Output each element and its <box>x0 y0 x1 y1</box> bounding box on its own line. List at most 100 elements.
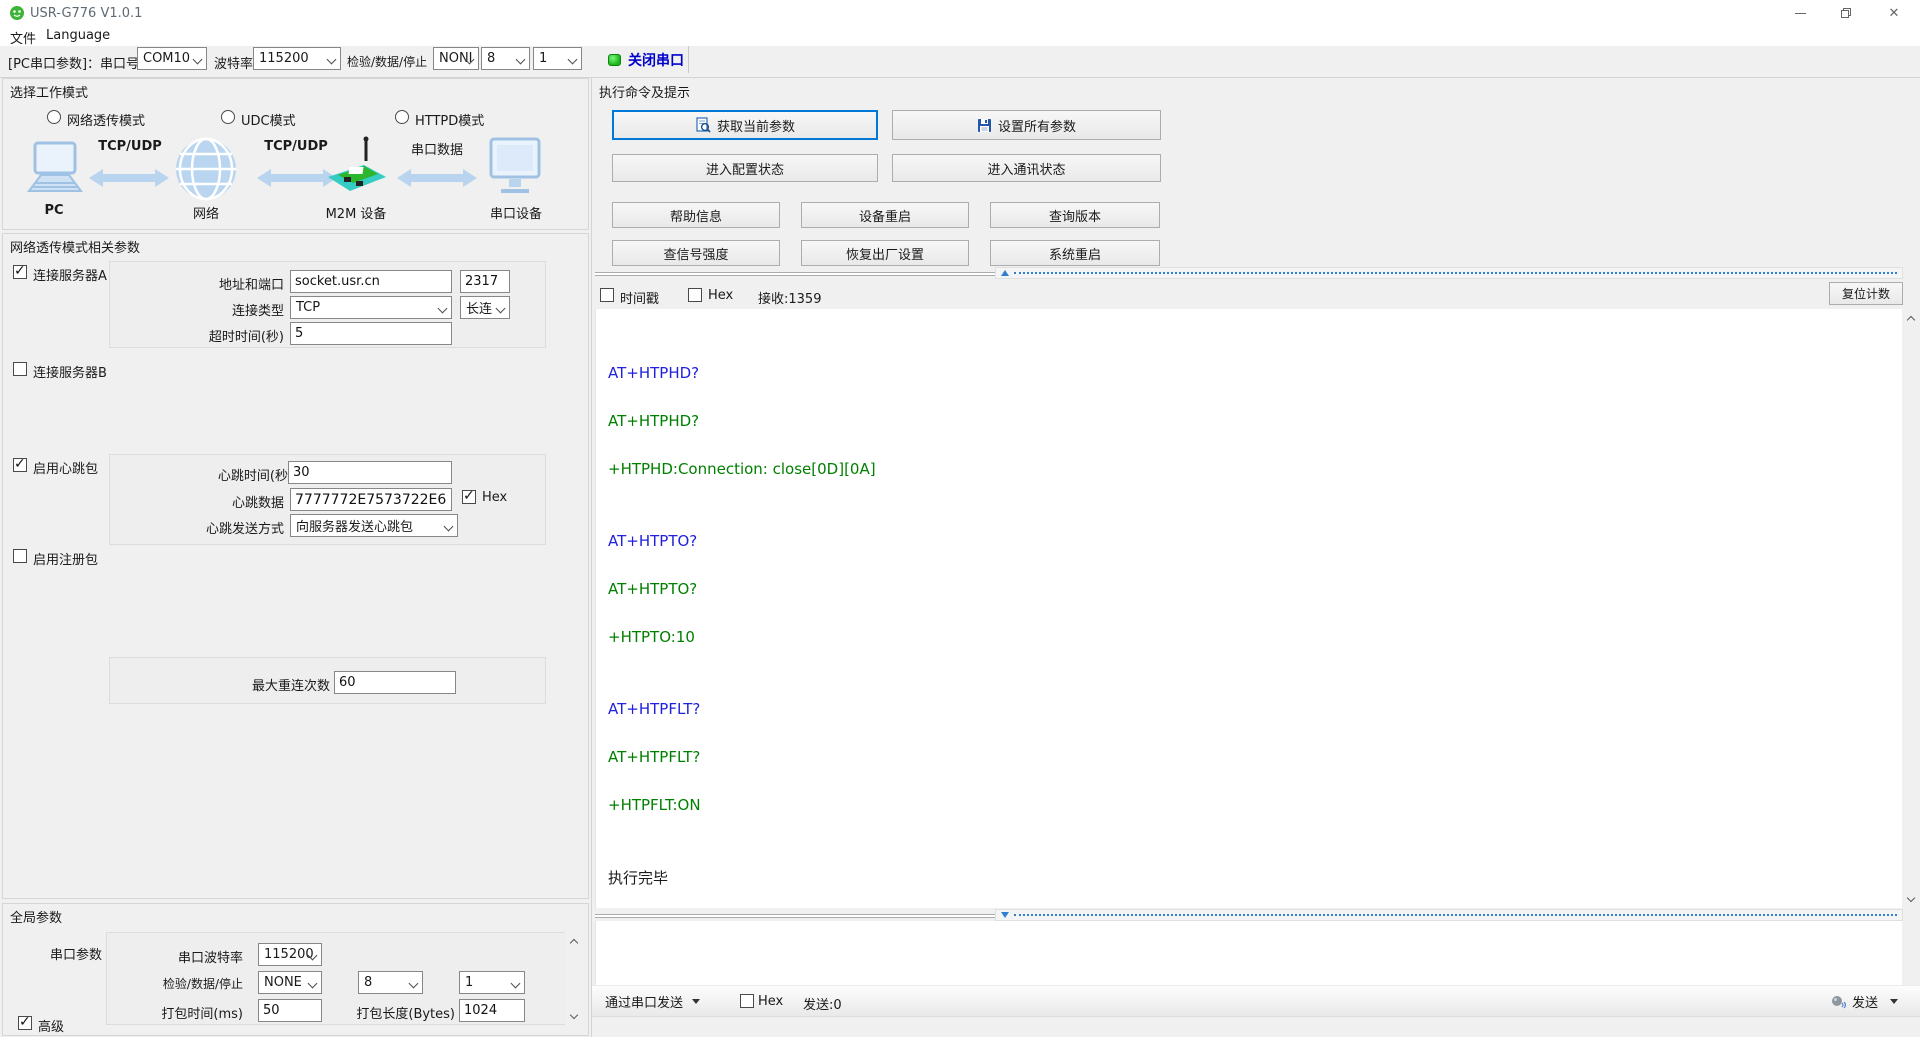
log-output-area[interactable]: AT+HTPHD? AT+HTPHD? +HTPHD:Connection: c… <box>595 309 1902 908</box>
app-logo-icon <box>9 5 25 21</box>
server-b-checkbox[interactable] <box>13 362 27 376</box>
help-button[interactable]: 帮助信息 <box>612 202 780 228</box>
send-splitter-groove[interactable] <box>595 914 995 918</box>
chevron-down-icon <box>409 979 419 989</box>
radio-net-transparent-mode[interactable] <box>47 110 61 124</box>
send-hex-checkbox[interactable] <box>740 994 754 1008</box>
send-input-area[interactable] <box>595 921 1902 985</box>
regpack-checkbox[interactable] <box>13 549 27 563</box>
scroll-down-button[interactable] <box>565 1008 582 1025</box>
menu-language[interactable]: Language <box>46 28 110 43</box>
factory-reset-button[interactable]: 恢复出厂设置 <box>801 240 969 266</box>
app-window: USR-G776 V1.0.1 ✕ 文件 Language [PC串口参数]：串… <box>0 0 1920 1037</box>
log-line: +HTPTO:10 <box>608 613 1902 661</box>
g-baud-select[interactable]: 115200 <box>258 943 322 966</box>
chevron-down-icon <box>444 522 454 532</box>
radio-udc-mode[interactable] <box>221 110 235 124</box>
get-params-button[interactable]: 获取当前参数 <box>612 110 878 140</box>
server-port-input[interactable] <box>460 270 510 293</box>
heartbeat-label[interactable]: 启用心跳包 <box>33 458 98 477</box>
conn-type-label: 连接类型 <box>114 300 284 319</box>
arrow3-label: 串口数据 <box>395 139 479 158</box>
regpack-label[interactable]: 启用注册包 <box>33 549 98 568</box>
timestamp-label[interactable]: 时间戳 <box>620 288 659 307</box>
log-hex-label[interactable]: Hex <box>708 288 733 303</box>
hb-data-input[interactable] <box>290 488 452 511</box>
advanced-label[interactable]: 高级 <box>38 1016 64 1035</box>
minimize-button[interactable] <box>1778 0 1823 26</box>
hb-mode-select[interactable]: 向服务器发送心跳包 <box>290 514 458 537</box>
send-via-dropdown[interactable]: 通过串口发送 <box>605 992 700 1011</box>
send-hex-label[interactable]: Hex <box>758 994 783 1009</box>
heartbeat-checkbox[interactable] <box>13 458 27 472</box>
stopbits-select[interactable]: 1 <box>533 47 582 70</box>
g-stopbits-select[interactable]: 1 <box>459 971 525 994</box>
m2m-device-icon <box>326 135 388 199</box>
hb-time-input[interactable] <box>288 461 452 484</box>
pc-node-label: PC <box>23 203 85 218</box>
close-serial-port-button[interactable]: 关闭串口 <box>608 46 684 74</box>
chevron-down-icon <box>308 979 318 989</box>
device-reboot-button[interactable]: 设备重启 <box>801 202 969 228</box>
keepalive-select[interactable]: 长连 <box>460 296 510 319</box>
signal-strength-button[interactable]: 查信号强度 <box>612 240 780 266</box>
pc-icon <box>21 141 87 199</box>
menu-file[interactable]: 文件 <box>10 28 36 47</box>
parity-select[interactable]: NONI <box>433 47 479 70</box>
timestamp-checkbox[interactable] <box>600 288 614 302</box>
radio-net-transparent-label[interactable]: 网络透传模式 <box>67 110 145 129</box>
log-splitter-groove[interactable] <box>595 272 995 276</box>
timeout-input[interactable] <box>290 322 452 345</box>
g-pds-label: 检验/数据/停止 <box>107 975 243 992</box>
enter-comm-button[interactable]: 进入通讯状态 <box>892 154 1161 182</box>
advanced-checkbox[interactable] <box>18 1016 32 1030</box>
baud-select[interactable]: 115200 <box>253 47 341 70</box>
enter-config-button[interactable]: 进入配置状态 <box>612 154 878 182</box>
conn-type-select[interactable]: TCP <box>290 296 452 319</box>
g-databits-select[interactable]: 8 <box>358 971 423 994</box>
packlen-input[interactable] <box>459 999 525 1022</box>
close-icon: ✕ <box>1889 6 1900 21</box>
system-reboot-button[interactable]: 系统重启 <box>990 240 1160 266</box>
heartbeat-panel: 心跳时间(秒 心跳数据 Hex 心跳发送方式 向服务器发送心跳包 <box>109 454 546 545</box>
hb-hex-label[interactable]: Hex <box>482 490 507 505</box>
send-button[interactable]: 发送 <box>1830 992 1898 1011</box>
minimize-icon <box>1795 13 1806 14</box>
send-splitter-handle[interactable] <box>995 909 1903 921</box>
query-version-button[interactable]: 查询版本 <box>990 202 1160 228</box>
server-addr-input[interactable] <box>290 270 452 293</box>
log-splitter-handle[interactable] <box>995 267 1903 279</box>
radio-httpd-label[interactable]: HTTPD模式 <box>415 110 484 129</box>
g-parity-select[interactable]: NONE <box>258 971 322 994</box>
log-line: 执行完毕 <box>608 853 1902 901</box>
serial-node-label: 串口设备 <box>487 203 545 222</box>
network-globe-icon <box>173 137 239 201</box>
factory-reset-label: 恢复出厂设置 <box>846 244 924 263</box>
server-b-label[interactable]: 连接服务器B <box>33 362 107 381</box>
reset-count-label: 复位计数 <box>1842 285 1890 302</box>
reconnect-input[interactable] <box>334 671 456 694</box>
collapse-up-icon <box>1001 270 1009 276</box>
globalparams-scrollbar[interactable] <box>565 932 582 1025</box>
log-hex-checkbox[interactable] <box>688 288 702 302</box>
server-a-checkbox[interactable] <box>13 265 27 279</box>
radio-httpd-mode[interactable] <box>395 110 409 124</box>
packtime-label: 打包时间(ms) <box>107 1003 243 1022</box>
radio-udc-label[interactable]: UDC模式 <box>241 110 296 129</box>
com-port-select[interactable]: COM10 <box>137 47 207 70</box>
server-a-label[interactable]: 连接服务器A <box>33 265 107 284</box>
set-params-button[interactable]: 设置所有参数 <box>892 110 1161 140</box>
log-scrollbar[interactable] <box>1902 309 1919 908</box>
scroll-up-button[interactable] <box>565 932 582 949</box>
close-button[interactable]: ✕ <box>1868 0 1920 26</box>
reset-count-button[interactable]: 复位计数 <box>1829 282 1903 305</box>
hb-hex-checkbox[interactable] <box>462 490 476 504</box>
databits-value: 8 <box>487 51 495 66</box>
scroll-down-button[interactable] <box>1902 891 1919 908</box>
netparams-group-title: 网络透传模式相关参数 <box>10 237 140 256</box>
scroll-up-button[interactable] <box>1902 309 1919 326</box>
log-line: AT+HTPHD? <box>608 349 1902 397</box>
com-port-value: COM10 <box>143 51 190 66</box>
databits-select[interactable]: 8 <box>481 47 530 70</box>
restore-button[interactable] <box>1823 0 1868 26</box>
